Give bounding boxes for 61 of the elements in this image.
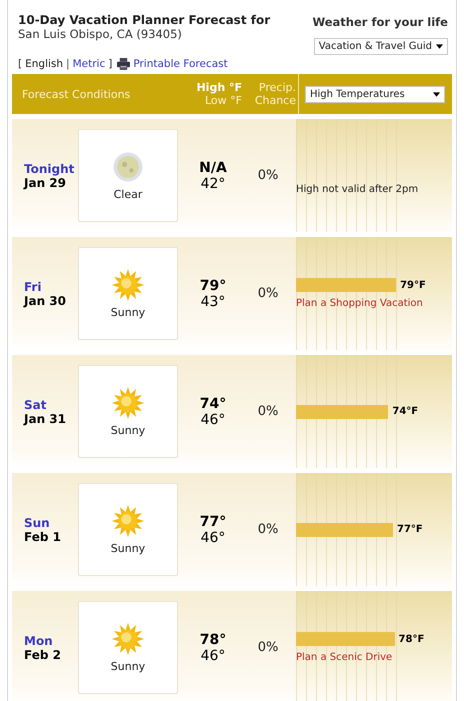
column-header: Forecast Conditions xyxy=(21,88,132,100)
precip-chance: 0% xyxy=(256,640,280,655)
condition-text: Sunny xyxy=(110,542,146,555)
sun-icon xyxy=(111,386,145,420)
low-temperature: 42° xyxy=(200,176,226,192)
printer-icon xyxy=(117,58,130,70)
guide-dropdown[interactable]: Vacation & Travel Guid xyxy=(314,38,448,55)
column-header: Low °F xyxy=(204,94,242,107)
date-text: Feb 1 xyxy=(24,530,62,544)
plan-link[interactable]: Plan a Scenic Drive xyxy=(296,652,452,663)
date-text: Jan 30 xyxy=(24,294,67,308)
day-link[interactable]: Fri xyxy=(24,280,78,294)
high-temperature: N/A xyxy=(198,160,228,176)
day-link[interactable]: Mon xyxy=(24,634,78,648)
precip-chance: 0% xyxy=(256,404,280,419)
unit-link[interactable]: Metric xyxy=(72,58,106,70)
date-text: Jan 29 xyxy=(24,176,66,190)
sun-icon xyxy=(111,268,145,302)
date-text: Jan 31 xyxy=(24,412,67,426)
high-temperature: 79° xyxy=(198,278,228,294)
moon-icon xyxy=(111,150,145,184)
unit-link[interactable]: English xyxy=(25,58,64,70)
condition-text: Sunny xyxy=(110,424,146,437)
condition-text: Sunny xyxy=(110,660,146,673)
column-header: Chance xyxy=(254,94,296,107)
precip-chance: 0% xyxy=(256,286,280,301)
precip-chance: 0% xyxy=(256,522,280,537)
high-temperature: 77° xyxy=(198,514,228,530)
printable-forecast-link[interactable]: Printable Forecast xyxy=(133,58,228,70)
separator-text: | xyxy=(66,58,70,70)
low-temperature: 46° xyxy=(200,648,226,664)
bracket-text: [ xyxy=(18,58,22,70)
caret-icon xyxy=(433,92,440,96)
condition-text: Clear xyxy=(114,188,142,201)
page-title: 10-Day Vacation Planner Forecast for xyxy=(18,13,270,27)
plan-link[interactable]: Plan a Shopping Vacation xyxy=(296,298,452,309)
bar-value: 78°F xyxy=(398,634,424,644)
column-header: High °F xyxy=(195,81,242,94)
tagline-text: Weather for your life xyxy=(312,15,448,29)
low-temperature: 46° xyxy=(200,412,226,428)
day-link[interactable]: Sat xyxy=(24,398,78,412)
low-temperature: 43° xyxy=(200,294,226,310)
column-header: Precip. xyxy=(258,81,296,94)
high-temperature: 78° xyxy=(198,632,228,648)
bar-value: 74°F xyxy=(392,406,418,417)
high-temperature: 74° xyxy=(198,396,228,412)
condition-text: Sunny xyxy=(110,306,146,319)
day-link[interactable]: Tonight xyxy=(24,162,78,176)
date-text: Feb 2 xyxy=(24,648,62,662)
note-text: High not valid after 2pm xyxy=(296,184,420,195)
location-text: San Luis Obispo, CA (93405) xyxy=(18,27,183,41)
day-link[interactable]: Sun xyxy=(24,516,78,530)
caret-icon xyxy=(436,44,443,49)
bar-value: 79°F xyxy=(400,280,426,290)
sun-icon xyxy=(111,504,145,538)
bracket-text: ] xyxy=(108,58,112,70)
precip-chance: 0% xyxy=(256,168,280,183)
bar-value: 77°F xyxy=(397,524,423,535)
low-temperature: 46° xyxy=(200,530,226,546)
sun-icon xyxy=(111,622,145,656)
chart-dropdown[interactable]: High Temperatures xyxy=(305,86,445,102)
